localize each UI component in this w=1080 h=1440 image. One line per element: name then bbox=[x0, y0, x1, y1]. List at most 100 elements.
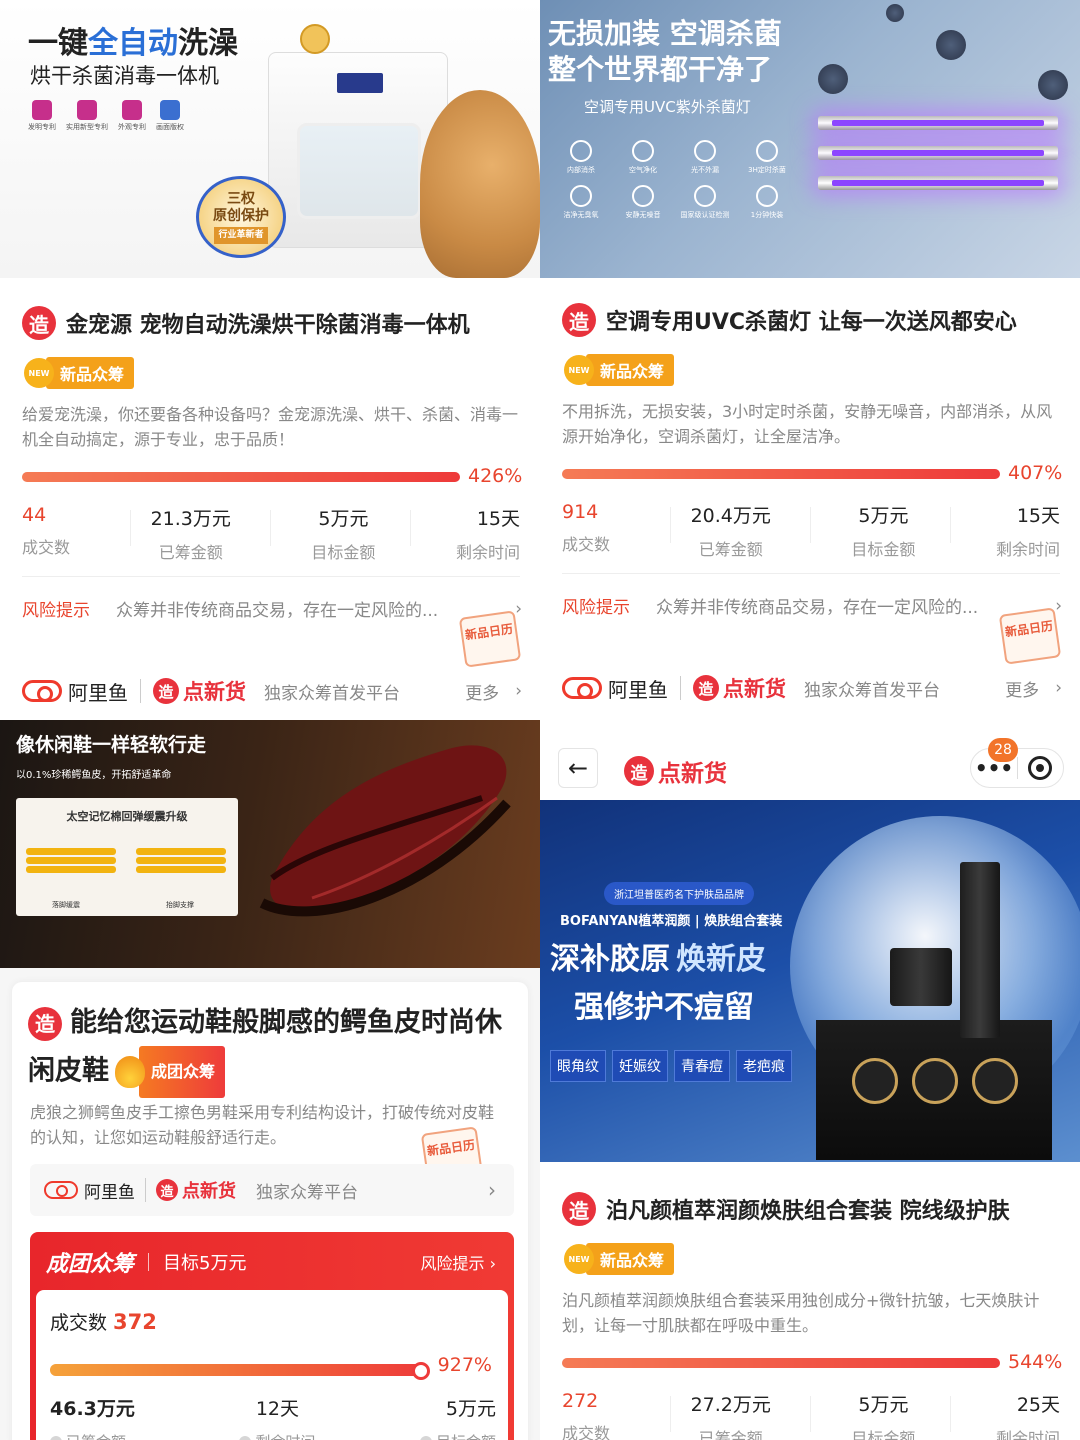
new-product-calendar-icon[interactable]: 新品日历 bbox=[458, 610, 522, 668]
dianxinhuo-logo-icon: 造 bbox=[562, 1192, 596, 1226]
feature-icon: 空气净化 bbox=[612, 140, 674, 175]
feature-icon: 洁净无臭氧 bbox=[550, 185, 612, 220]
risk-notice-row[interactable]: 风险提示 众筹并非传统商品交易，存在一定风险的... › bbox=[22, 596, 522, 622]
stats-row: 44 成交数 21.3万元 已筹金额 5万元 目标金额 15天 剩余时间 bbox=[22, 504, 520, 563]
gift-box-image bbox=[816, 1020, 1052, 1160]
funding-progress-bar bbox=[50, 1362, 430, 1380]
alibaba-fish-logo: 阿里鱼 bbox=[22, 677, 128, 706]
more-link[interactable]: 更多 bbox=[465, 679, 499, 704]
risk-notice-row[interactable]: 风险提示 众筹并非传统商品交易，存在一定风险的... › bbox=[562, 593, 1062, 619]
product-title[interactable]: 泊凡颜植萃润颜焕肤组合套装 院线级护肤 bbox=[606, 1193, 1010, 1225]
platform-footer[interactable]: 阿里鱼 造点新货 独家众筹首发平台 更多 › bbox=[562, 673, 1062, 703]
platform-footer[interactable]: 阿里鱼 造点新货 独家众筹首发平台 更多 › bbox=[22, 676, 522, 706]
back-button[interactable]: ← bbox=[558, 748, 598, 788]
risk-notice-label: 风险提示 bbox=[562, 598, 630, 618]
patent-icon: 实用新型专利 bbox=[66, 100, 108, 132]
funding-progress-bar bbox=[562, 1358, 1000, 1368]
stat-target: 5万元目标金额 bbox=[311, 508, 376, 562]
divider bbox=[670, 507, 671, 543]
hero-tag: 眼角纹 bbox=[550, 1050, 606, 1082]
divider bbox=[680, 676, 681, 700]
alibaba-fish-icon bbox=[44, 1181, 78, 1199]
new-crowdfunding-badge: NEW 新品众筹 bbox=[24, 357, 135, 389]
dianxinhuo-logo: 造点新货 bbox=[624, 754, 727, 788]
hero-subtitle: 空调专用UVC紫外杀菌灯 bbox=[584, 98, 751, 116]
product-title[interactable]: 空调专用UVC杀菌灯 让每一次送风都安心 bbox=[606, 304, 1017, 336]
medal-icon bbox=[912, 1058, 958, 1104]
more-link[interactable]: 更多 bbox=[1005, 676, 1039, 701]
hero-headline: 像休闲鞋一样轻软行走 bbox=[16, 734, 207, 756]
progress-fill bbox=[50, 1362, 430, 1380]
feature-icon: 光不外漏 bbox=[674, 140, 736, 175]
mini-program-navbar: ← 造点新货 ••• 28 bbox=[540, 720, 1080, 800]
new-product-calendar-icon[interactable]: 新品日历 bbox=[998, 607, 1062, 665]
clock-icon bbox=[239, 1435, 252, 1440]
hero-tag: 青春痘 bbox=[674, 1050, 730, 1082]
risk-notice-text: 众筹并非传统商品交易，存在一定风险的... bbox=[116, 601, 439, 621]
divider bbox=[810, 1396, 811, 1432]
divider bbox=[145, 1178, 146, 1202]
product-description: 给爱宠洗澡，你还要备各种设备吗？金宠源洗澡、烘干、杀菌、消毒一机全自动搞定，源于… bbox=[22, 405, 519, 449]
product-title[interactable]: 金宠源 宠物自动洗澡烘干除菌消毒一体机 bbox=[66, 307, 470, 339]
chevron-right-icon: › bbox=[1055, 595, 1062, 616]
patent-icon: 发明专利 bbox=[28, 100, 56, 132]
shoe-image bbox=[259, 745, 511, 917]
product-title-row[interactable]: 造 泊凡颜植萃润颜焕肤组合套装 院线级护肤 bbox=[562, 1192, 1010, 1226]
hero-headline: 一键全自动洗澡 bbox=[28, 26, 238, 61]
product-title[interactable]: 造能给您运动鞋般脚感的鳄鱼皮时尚休闲皮鞋 成团众筹 bbox=[28, 1000, 518, 1098]
close-target-icon[interactable] bbox=[1028, 756, 1052, 780]
funding-percent: 426% bbox=[468, 465, 523, 487]
product-hero-image[interactable]: 无损加装 空调杀菌 整个世界都干净了 空调专用UVC紫外杀菌灯 内部消杀 空气净化… bbox=[540, 0, 1080, 278]
chevron-right-icon[interactable]: › bbox=[515, 681, 522, 701]
product-card-crocodile-shoes[interactable]: 像休闲鞋一样轻软行走 以0.1%珍稀鳄鱼皮，开拓舒适革命 太空记忆棉回弹缓震升级… bbox=[0, 720, 540, 1440]
progress-fill bbox=[562, 469, 1000, 479]
product-detail: 造 泊凡颜植萃润颜焕肤组合套装 院线级护肤 NEW 新品众筹 泊凡颜植萃润颜焕肤… bbox=[540, 1162, 1080, 1440]
product-title-row[interactable]: 造 金宠源 宠物自动洗澡烘干除菌消毒一体机 bbox=[22, 306, 470, 340]
target-icon bbox=[419, 1435, 432, 1440]
hero-tag: 老疤痕 bbox=[736, 1050, 792, 1082]
product-title-row[interactable]: 造 空调专用UVC杀菌灯 让每一次送风都安心 bbox=[562, 303, 1017, 337]
product-card-uvc-lamp[interactable]: 无损加装 空调杀菌 整个世界都干净了 空调专用UVC紫外杀菌灯 内部消杀 空气净化… bbox=[540, 0, 1080, 720]
stat-remaining: 12天剩余时间 bbox=[239, 1394, 315, 1440]
stat-raised: 21.3万元 已筹金额 bbox=[150, 508, 231, 562]
uv-lamp-image bbox=[818, 116, 1058, 130]
risk-notice-label: 风险提示 bbox=[22, 601, 90, 621]
hero-subtitle: 烘干杀菌消毒一体机 bbox=[30, 64, 219, 88]
stats-row: 914 成交数 20.4万元 已筹金额 5万元 目标金额 15天 剩余时间 bbox=[562, 501, 1060, 560]
product-hero-image[interactable]: 浙江坦普医药名下护肤品品牌 BOFANYAN植萃润颜 | 焕肤组合套装 深补胶原… bbox=[540, 800, 1080, 1162]
product-card-skincare-set[interactable]: ← 造点新货 ••• 28 浙江坦普医药名下护肤品品牌 BOFANYAN植萃润颜… bbox=[540, 720, 1080, 1440]
dianxinhuo-logo-icon: 造 bbox=[22, 306, 56, 340]
product-detail-card[interactable]: 造能给您运动鞋般脚感的鳄鱼皮时尚休闲皮鞋 成团众筹 虎狼之狮鳄鱼皮手工擦色男鞋采用… bbox=[12, 982, 528, 1440]
medal-icon bbox=[852, 1058, 898, 1104]
virus-icon bbox=[1038, 70, 1068, 100]
new-icon: NEW bbox=[564, 355, 594, 385]
patent-icons: 发明专利 实用新型专利 外观专利 画面版权 bbox=[28, 100, 184, 132]
product-hero-image[interactable]: 一键全自动洗澡 烘干杀菌消毒一体机 发明专利 实用新型专利 外观专利 画面版权 … bbox=[0, 0, 540, 278]
divider bbox=[950, 507, 951, 543]
mascot-logo-icon bbox=[300, 24, 330, 54]
new-crowdfunding-badge: NEW 新品众筹 bbox=[564, 354, 675, 386]
chevron-right-icon[interactable]: › bbox=[1055, 678, 1062, 698]
platform-bar[interactable]: 阿里鱼 造点新货 独家众筹平台 › bbox=[30, 1164, 514, 1216]
coin-stack-icon bbox=[136, 848, 226, 873]
new-icon: NEW bbox=[564, 1244, 594, 1274]
stat-target: 5万元目标金额 bbox=[419, 1394, 496, 1440]
dianxinhuo-logo-icon: 造 bbox=[562, 303, 596, 337]
risk-notice-text: 众筹并非传统商品交易，存在一定风险的... bbox=[656, 598, 979, 618]
chevron-right-icon[interactable]: › bbox=[488, 1178, 496, 1202]
divider bbox=[410, 510, 411, 546]
stat-raised: 20.4万元 已筹金额 bbox=[690, 505, 771, 559]
product-hero-image[interactable]: 像休闲鞋一样轻软行走 以0.1%珍稀鳄鱼皮，开拓舒适革命 太空记忆棉回弹缓震升级… bbox=[0, 720, 540, 968]
patent-icon: 外观专利 bbox=[118, 100, 146, 132]
product-description: 泊凡颜植萃润颜焕肤组合套装采用独创成分+微针抗皱，七天焕肤计划，让每一寸肌肤都在… bbox=[562, 1291, 1040, 1335]
hero-tag: 妊娠纹 bbox=[612, 1050, 668, 1082]
divider bbox=[670, 1396, 671, 1432]
product-card-pet-washer[interactable]: 一键全自动洗澡 烘干杀菌消毒一体机 发明专利 实用新型专利 外观专利 画面版权 … bbox=[0, 0, 540, 720]
feature-icon: 3H定时杀菌 bbox=[736, 140, 798, 175]
new-icon: NEW bbox=[24, 358, 54, 388]
risk-notice-link[interactable]: 风险提示 › bbox=[420, 1250, 496, 1274]
notification-badge: 28 bbox=[988, 738, 1018, 762]
chevron-right-icon: › bbox=[515, 598, 522, 619]
divider bbox=[22, 576, 520, 577]
group-funding-panel: 成团众筹 目标5万元 风险提示 › 成交数372 927% 46.3万元已筹金额… bbox=[30, 1232, 514, 1440]
